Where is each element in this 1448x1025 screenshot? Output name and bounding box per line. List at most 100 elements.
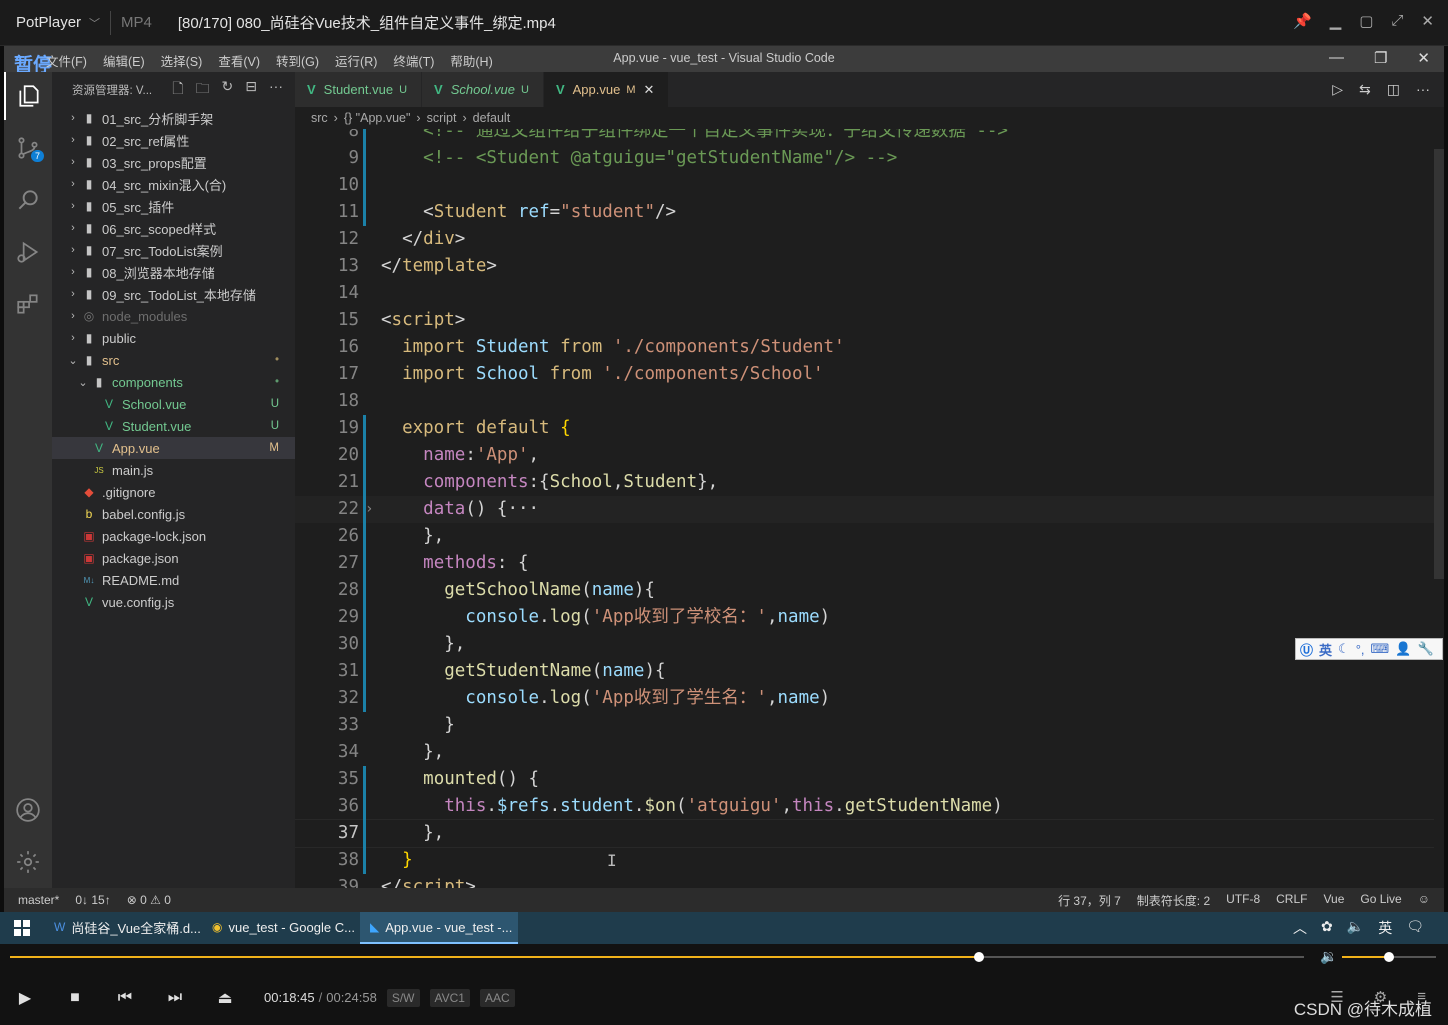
breadcrumb-item[interactable]: script (427, 111, 457, 125)
chevron-icon[interactable]: › (66, 134, 80, 146)
code-line[interactable]: 11 <Student ref="student"/> (295, 199, 1444, 226)
file-item[interactable]: V School.vue U (52, 393, 295, 415)
sync-status[interactable]: 0↓ 15↑ (75, 893, 110, 907)
code-line[interactable]: 32 console.log('App收到了学生名：',name) (295, 685, 1444, 712)
seek-knob[interactable] (974, 952, 985, 962)
folder-item[interactable]: ⌄ ▮ components • (52, 371, 295, 393)
chevron-icon[interactable]: › (66, 310, 80, 322)
potplayer-logo[interactable]: PotPlayer (16, 14, 81, 31)
next-icon[interactable]: ⏭ (150, 989, 200, 1007)
menu-item[interactable]: 查看(V) (218, 51, 260, 70)
breadcrumb-item[interactable]: src (311, 111, 328, 125)
volume-slider[interactable] (1342, 952, 1436, 962)
status-item[interactable]: Go Live (1360, 892, 1401, 909)
seek-bar[interactable] (10, 952, 1304, 962)
menu-item[interactable]: 运行(R) (335, 51, 377, 70)
run-icon[interactable]: ▷ (1332, 81, 1343, 98)
ime-toolbar[interactable]: Ⓤ 英 ☾ °, ⌨ 👤 🔧 (1295, 638, 1443, 660)
code-line[interactable]: 35 mounted() { (295, 766, 1444, 793)
code-line[interactable]: 20 name:'App', (295, 442, 1444, 469)
code-line[interactable]: 12 </div> (295, 226, 1444, 253)
pin-icon[interactable]: 📌 (1293, 12, 1312, 30)
notification-icon[interactable]: 🗨 (1406, 918, 1424, 938)
code-line[interactable]: 31 getStudentName(name){ (295, 658, 1444, 685)
folder-item[interactable]: › ▮ 03_src_props配置 (52, 151, 295, 173)
code-line[interactable]: 39 </script> (295, 874, 1444, 888)
code-line[interactable]: 8 <!-- 通过父组件给子组件绑定一个自定义事件实现：子给父传递数据 --> (295, 129, 1444, 145)
previous-icon[interactable]: ⏮ (100, 989, 150, 1007)
folder-item[interactable]: › ▮ 07_src_TodoList案例 (52, 239, 295, 261)
file-item[interactable]: M↓ README.md (52, 569, 295, 591)
chevron-icon[interactable]: › (66, 288, 80, 300)
chevron-icon[interactable]: ⌄ (66, 354, 80, 367)
account-icon[interactable] (4, 786, 52, 834)
code-line[interactable]: 37 }, (295, 819, 1444, 848)
collapse-all-icon[interactable]: ⊟ (245, 78, 257, 102)
code-line[interactable]: 33 } (295, 712, 1444, 739)
stop-icon[interactable]: ■ (50, 989, 100, 1007)
close-button[interactable]: ✕ (1421, 12, 1434, 30)
chevron-icon[interactable]: › (66, 112, 80, 124)
volume-icon[interactable]: 🔈 (1347, 918, 1364, 938)
explorer-icon[interactable] (4, 72, 52, 120)
split-editor-icon[interactable]: ◫ (1387, 81, 1400, 98)
code-line[interactable]: 9 <!-- <Student @atguigu="getStudentName… (295, 145, 1444, 172)
folder-item[interactable]: › ▮ 02_src_ref属性 (52, 129, 295, 151)
status-item[interactable]: UTF-8 (1226, 892, 1260, 909)
play-icon[interactable]: ▶ (0, 988, 50, 1008)
run-debug-icon[interactable] (4, 228, 52, 276)
close-icon[interactable]: ✕ (644, 82, 655, 98)
new-folder-icon[interactable]: 🗀 (196, 78, 210, 102)
code-line[interactable]: 22 › data() {··· (295, 496, 1444, 523)
chevron-icon[interactable]: ⌄ (76, 376, 90, 389)
code-line[interactable]: 29 console.log('App收到了学校名：',name) (295, 604, 1444, 631)
folder-item[interactable]: › ▮ 06_src_scoped样式 (52, 217, 295, 239)
fold-chevron-icon[interactable]: › (365, 496, 373, 523)
code-line[interactable]: 26 }, (295, 523, 1444, 550)
editor-tab[interactable]: V App.vue M ✕ (543, 72, 670, 107)
folder-item[interactable]: › ▮ 08_浏览器本地存储 (52, 261, 295, 283)
chevron-icon[interactable]: › (66, 244, 80, 256)
tray-app-icon[interactable]: ✿ (1321, 918, 1333, 938)
close-button[interactable]: ✕ (1417, 49, 1430, 67)
scrollbar-thumb[interactable] (1434, 149, 1444, 579)
chevron-icon[interactable]: › (66, 200, 80, 212)
extensions-icon[interactable] (4, 280, 52, 328)
source-control-icon[interactable]: 7 (4, 124, 52, 172)
eject-icon[interactable]: ⏏ (200, 988, 250, 1008)
video-codec-tag[interactable]: AVC1 (429, 988, 470, 1007)
restore-button[interactable]: ❐ (1374, 49, 1387, 67)
branch-status[interactable]: master* (18, 893, 59, 907)
code-line[interactable]: 18 (295, 388, 1444, 415)
tray-lang[interactable]: 英 (1378, 918, 1392, 938)
audio-codec-tag[interactable]: AAC (479, 988, 515, 1007)
taskbar-item[interactable]: ◉ vue_test - Google C... (202, 912, 360, 944)
menu-item[interactable]: 选择(S) (161, 51, 203, 70)
feedback-icon[interactable]: ☺ (1418, 892, 1430, 909)
file-item[interactable]: ◆ .gitignore (52, 481, 295, 503)
chevron-down-icon[interactable]: ﹀ (89, 15, 100, 31)
taskbar-item[interactable]: ◣ App.vue - vue_test -... (360, 912, 518, 944)
code-line[interactable]: 27 methods: { (295, 550, 1444, 577)
minimize-button[interactable]: — (1329, 49, 1344, 67)
speaker-icon[interactable]: 🔉 (1320, 948, 1337, 965)
chevron-icon[interactable]: › (66, 222, 80, 234)
file-item[interactable]: b babel.config.js (52, 503, 295, 525)
wrench-icon[interactable]: 🔧 (1417, 641, 1433, 657)
status-item[interactable]: 行 37，列 7 (1058, 892, 1121, 909)
search-icon[interactable] (4, 176, 52, 224)
code-line[interactable]: 38 } (295, 847, 1444, 874)
decoder-tag[interactable]: S/W (386, 988, 420, 1007)
file-item[interactable]: Vvue.config.js (52, 591, 295, 613)
code-editor[interactable]: 8 <!-- 通过父组件给子组件绑定一个自定义事件实现：子给父传递数据 --> 9… (295, 129, 1444, 888)
problems-status[interactable]: ⊗ 0 ⚠ 0 (127, 893, 171, 907)
file-item[interactable]: V App.vue M (52, 437, 295, 459)
menu-item[interactable]: 文件(F) (46, 51, 87, 70)
minimize-button[interactable]: ▁ (1330, 12, 1342, 30)
user-icon[interactable]: 👤 (1395, 641, 1411, 657)
folder-item[interactable]: › ▮ 04_src_mixin混入(合) (52, 173, 295, 195)
chevron-icon[interactable]: › (66, 156, 80, 168)
code-line[interactable]: 14 (295, 280, 1444, 307)
file-item[interactable]: ▣ package.json (52, 547, 295, 569)
ime-lang[interactable]: 英 (1319, 640, 1332, 659)
